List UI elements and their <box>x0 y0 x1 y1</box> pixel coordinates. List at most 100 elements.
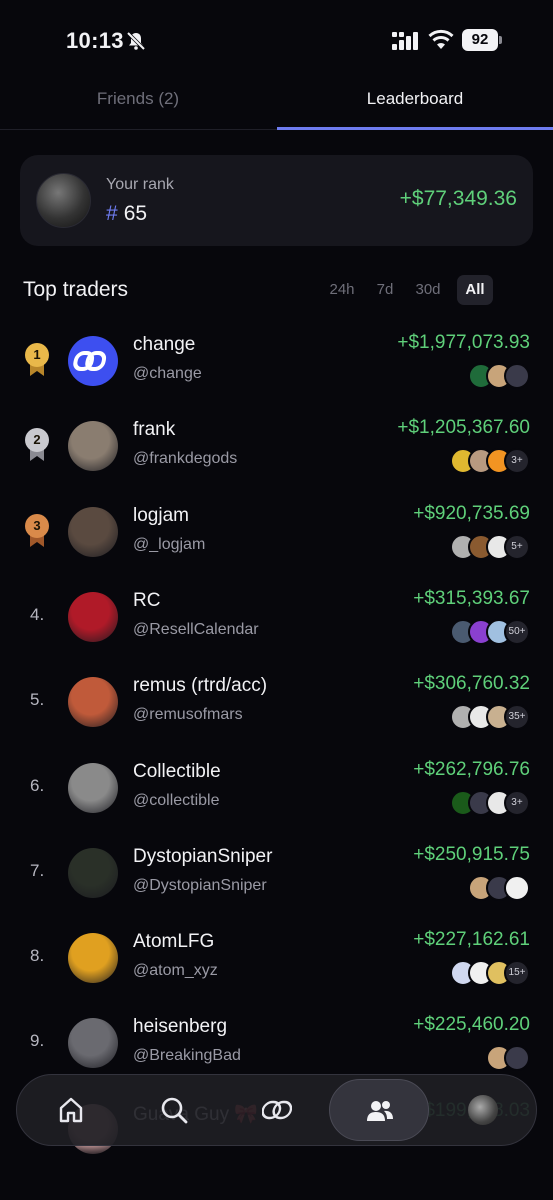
rank-number: 5. <box>30 690 45 710</box>
trader-pnl: +$250,915.75 <box>413 843 530 865</box>
more-tokens-badge: 35+ <box>504 704 530 731</box>
token-icon <box>504 1045 530 1072</box>
rank-cell: 5. <box>22 684 52 714</box>
home-icon <box>59 1097 83 1123</box>
cellular-icon <box>392 32 418 50</box>
trader-handle: @DystopianSniper <box>133 876 267 894</box>
medal-rank: 3 <box>25 513 49 538</box>
nav-friends[interactable] <box>329 1079 429 1141</box>
trader-pnl: +$262,796.76 <box>413 758 530 780</box>
avatar <box>68 336 118 386</box>
filter-7d[interactable]: 7d <box>365 275 405 305</box>
tab-friends[interactable]: Friends (2) <box>0 78 276 130</box>
bottom-fade <box>0 1146 553 1200</box>
medal-icon: 3 <box>25 513 49 548</box>
rank-number: 65 <box>123 202 148 225</box>
token-icon <box>504 874 530 901</box>
trader-handle: @ResellCalendar <box>133 620 259 638</box>
trader-name: logjam <box>133 504 189 526</box>
rank-cell: 3 <box>22 513 52 547</box>
section-title: Top traders <box>23 278 129 301</box>
status-time: 10:13 <box>66 28 124 53</box>
nav-home[interactable] <box>21 1079 121 1141</box>
table-row[interactable]: 2 frank @frankdegods +$1,205,367.60 3+ <box>0 406 553 491</box>
token-stack: 5+ <box>450 533 530 560</box>
trader-pnl: +$920,735.69 <box>413 502 530 524</box>
your-rank-label: Your rank <box>106 176 174 193</box>
search-icon <box>161 1097 188 1124</box>
avatar <box>36 173 91 228</box>
trader-pnl: +$306,760.32 <box>413 673 530 695</box>
token-stack: 35+ <box>450 704 530 731</box>
rank-cell: 4. <box>22 599 52 629</box>
avatar <box>68 591 118 642</box>
more-tokens-badge: 5+ <box>504 533 530 560</box>
trader-name: heisenberg <box>133 1016 228 1038</box>
avatar <box>68 847 118 898</box>
table-row[interactable]: 3 logjam @_logjam +$920,735.69 5+ <box>0 492 553 577</box>
table-row[interactable]: 4. RC @ResellCalendar +$315,393.67 50+ <box>0 577 553 662</box>
rank-number: 6. <box>30 775 45 795</box>
filter-30d[interactable]: 30d <box>405 275 451 305</box>
medal-icon: 2 <box>25 428 49 462</box>
nav-home-logo[interactable] <box>227 1079 327 1141</box>
trader-handle: @frankdegods <box>133 450 238 468</box>
avatar <box>68 421 118 472</box>
logo-icon <box>262 1100 292 1120</box>
battery-icon: 92 <box>462 29 502 51</box>
table-row[interactable]: 8. AtomLFG @atom_xyz +$227,162.61 15+ <box>0 918 553 1003</box>
medal-rank: 2 <box>25 428 49 453</box>
tab-bar: Friends (2) Leaderboard <box>0 78 553 130</box>
rank-cell: 1 <box>22 343 52 376</box>
tab-leaderboard[interactable]: Leaderboard <box>277 78 553 130</box>
rank-number: 4. <box>30 604 45 624</box>
trader-handle: @change <box>133 365 202 382</box>
trader-handle: @remusofmars <box>133 706 243 724</box>
trader-handle: @collectible <box>133 791 220 809</box>
avatar <box>68 933 118 984</box>
trader-name: DystopianSniper <box>133 845 273 867</box>
rank-number: 9. <box>30 1031 45 1051</box>
avatar <box>68 762 118 813</box>
bottom-nav <box>16 1074 537 1146</box>
table-row[interactable]: 1 change @change +$1,977,073.93 <box>0 321 553 406</box>
table-row[interactable]: 6. Collectible @collectible +$262,796.76 3+ <box>0 748 553 833</box>
nav-profile[interactable] <box>432 1079 532 1141</box>
more-tokens-badge: 3+ <box>504 789 530 816</box>
more-tokens-badge: 3+ <box>504 448 530 475</box>
wifi-icon <box>428 29 454 49</box>
filter-all[interactable]: All <box>457 275 493 305</box>
avatar <box>68 1018 118 1069</box>
avatar <box>68 677 118 728</box>
rank-hash: # <box>106 202 118 225</box>
token-icon <box>504 363 530 389</box>
trader-name: remus (rtrd/acc) <box>133 675 268 697</box>
avatar <box>68 506 118 557</box>
trader-pnl: +$227,162.61 <box>413 929 530 951</box>
token-stack <box>468 874 530 901</box>
your-rank-value: #65 <box>106 202 147 226</box>
rank-cell: 8. <box>22 940 52 970</box>
trader-name: frank <box>133 419 176 441</box>
medal-rank: 1 <box>25 343 49 367</box>
token-stack: 50+ <box>450 618 530 645</box>
rank-number: 7. <box>30 860 45 880</box>
rank-number: 8. <box>30 946 45 966</box>
more-tokens-badge: 15+ <box>504 960 530 987</box>
trader-pnl: +$225,460.20 <box>413 1014 530 1036</box>
filter-24h[interactable]: 24h <box>319 275 365 305</box>
trader-name: AtomLFG <box>133 931 215 953</box>
token-stack: 15+ <box>450 960 530 987</box>
bell-muted-icon <box>126 31 146 51</box>
your-rank-card[interactable]: Your rank #65 +$77,349.36 <box>20 155 533 246</box>
table-row[interactable]: 5. remus (rtrd/acc) @remusofmars +$306,760.… <box>0 662 553 747</box>
trader-pnl: +$315,393.67 <box>413 587 530 609</box>
token-stack <box>486 1045 530 1072</box>
trader-name: Collectible <box>133 760 221 782</box>
status-bar: 10:13 92 <box>0 0 553 78</box>
active-tab-indicator <box>277 127 553 130</box>
table-row[interactable]: 7. DystopianSniper @DystopianSniper +$250,9… <box>0 833 553 918</box>
rank-cell: 2 <box>22 428 52 462</box>
nav-search[interactable] <box>124 1079 224 1141</box>
rank-cell: 7. <box>22 855 52 885</box>
